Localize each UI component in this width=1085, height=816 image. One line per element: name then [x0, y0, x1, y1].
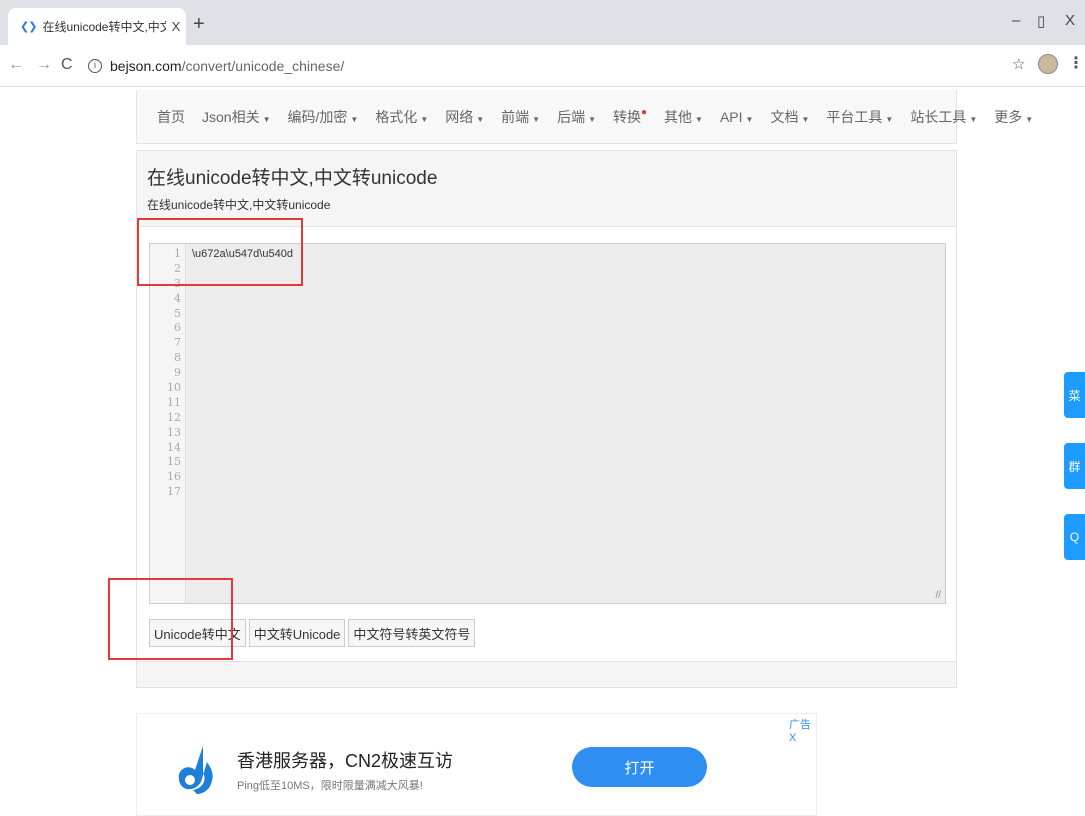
side-tab-group[interactable]: 群	[1064, 443, 1085, 489]
nav-item-label: API	[719, 108, 743, 125]
info-icon[interactable]: i	[88, 59, 102, 73]
nav-item-label: 编码/加密	[287, 108, 348, 125]
line-number: 16	[167, 470, 181, 484]
profile-avatar[interactable]	[1038, 54, 1058, 74]
browser-tab[interactable]: ❮❯ 在线unicode转中文,中文转unicc X	[8, 8, 186, 45]
site-nav: 首页 Json相关 ▼ 编码/加密 ▼ 格式化 ▼ 网络 ▼ 前端 ▼ 后端 ▼ 转换● 其他 ▼ API ▼ 文档…	[136, 90, 1033, 144]
bookmark-star-icon[interactable]: ☆	[1012, 55, 1025, 73]
page-title: 在线unicode转中文,中文转unicode	[147, 168, 438, 189]
nav-item-label: 转换	[613, 108, 641, 125]
line-number: 5	[174, 306, 181, 320]
nav-item[interactable]: 后端 ▼	[557, 107, 596, 127]
line-number: 15	[167, 455, 181, 469]
line-number: 14	[167, 440, 181, 454]
ad-subtitle: Ping低至10MS，限时限量满减大风暴!	[237, 780, 423, 792]
line-number: 12	[167, 410, 181, 424]
highlight-box-button	[108, 578, 233, 660]
nav-item[interactable]: 格式化 ▼	[375, 107, 428, 127]
nav-item[interactable]: 平台工具 ▼	[826, 107, 893, 127]
nav-item-label: 更多	[994, 108, 1023, 125]
site-favicon-icon: ❮❯	[20, 21, 37, 33]
line-number: 7	[174, 336, 181, 350]
line-number: 11	[167, 395, 181, 409]
restore-button[interactable]: ▯	[1037, 12, 1045, 30]
nav-item-label: Json相关	[202, 108, 260, 125]
nav-item[interactable]: 前端 ▼	[501, 107, 540, 127]
caret-down-icon: ▼	[885, 114, 894, 124]
caret-down-icon: ▼	[420, 114, 429, 124]
nav-item[interactable]: 更多 ▼	[994, 107, 1033, 127]
browser-menu-icon[interactable]: ⋮	[1068, 53, 1084, 73]
tab-title: 在线unicode转中文,中文转unicc	[42, 20, 166, 34]
line-number: 17	[167, 485, 181, 499]
line-number: 13	[167, 425, 181, 439]
tab-close-icon[interactable]: X	[166, 19, 186, 34]
nav-item-label: 前端	[501, 108, 530, 125]
browser-tabbar: ❮❯ 在线unicode转中文,中文转unicc X + – ▯ X	[0, 0, 1085, 45]
nav-item-label: 后端	[557, 108, 586, 125]
line-number: 8	[174, 351, 181, 365]
nav-item-label: 其他	[664, 108, 693, 125]
nav-item[interactable]: 编码/加密 ▼	[288, 107, 359, 127]
url-input[interactable]: i bejson.com/convert/unicode_chinese/	[80, 51, 1000, 81]
ad-close-tag[interactable]: 广告X	[789, 716, 816, 744]
caret-down-icon: ▼	[695, 114, 703, 124]
chinese-to-unicode-button[interactable]: 中文转Unicode	[248, 619, 346, 647]
back-arrow-icon[interactable]: ←	[8, 56, 24, 74]
ad-logo-icon	[178, 746, 213, 794]
ad-title: 香港服务器，CN2极速互访	[237, 751, 454, 771]
caret-down-icon: ▼	[969, 114, 978, 124]
nav-item-label: 文档	[770, 108, 799, 125]
nav-item-label: 平台工具	[826, 108, 883, 125]
caret-down-icon: ▼	[476, 114, 485, 124]
nav-item-label: 网络	[445, 108, 474, 125]
url-path: /convert/unicode_chinese/	[181, 58, 345, 74]
new-tab-button[interactable]: +	[193, 13, 205, 36]
ad-banner[interactable]: 香港服务器，CN2极速互访 Ping低至10MS，限时限量满减大风暴! 打开 广…	[136, 713, 817, 816]
nav-item[interactable]: 网络 ▼	[445, 107, 484, 127]
line-number: 6	[174, 321, 181, 335]
address-bar: ← → C i bejson.com/convert/unicode_chine…	[0, 45, 1085, 87]
nav-item[interactable]: 其他 ▼	[664, 107, 703, 127]
reload-icon[interactable]: C	[61, 56, 73, 74]
line-number-gutter: 1 2 3 4 5 6 7 8 9 10 11 12 13 14 15 16 17	[150, 244, 186, 603]
forward-arrow-icon[interactable]: →	[36, 56, 52, 74]
nav-item[interactable]: Json相关 ▼	[202, 107, 271, 127]
side-tab-qq[interactable]: Q	[1064, 514, 1085, 560]
nav-item[interactable]: 首页	[157, 107, 185, 127]
line-number: 10	[167, 381, 181, 395]
panel-header: 在线unicode转中文,中文转unicode 在线unicode转中文,中文转…	[137, 151, 956, 227]
caret-down-icon: ▼	[745, 114, 754, 124]
nav-item[interactable]: API ▼	[720, 109, 754, 125]
nav-item[interactable]: 转换●	[613, 107, 647, 127]
window-close-button[interactable]: X	[1065, 12, 1075, 29]
hot-dot-icon: ●	[641, 106, 648, 118]
page-subtitle: 在线unicode转中文,中文转unicode	[147, 198, 331, 212]
caret-down-icon: ▼	[1025, 114, 1034, 124]
nav-item-label: 首页	[157, 108, 185, 125]
code-editor[interactable]: 1 2 3 4 5 6 7 8 9 10 11 12 13 14 15 16 17 \u672a\u547d\u…	[149, 243, 946, 604]
nav-item[interactable]: 站长工具 ▼	[910, 107, 977, 127]
nav-item[interactable]: 文档 ▼	[770, 107, 809, 127]
cn-symbol-to-en-button[interactable]: 中文符号转英文符号	[348, 619, 476, 647]
caret-down-icon: ▼	[588, 114, 596, 124]
side-tab-menu[interactable]: 菜	[1064, 372, 1085, 418]
ad-open-button[interactable]: 打开	[572, 747, 707, 787]
caret-down-icon: ▼	[350, 114, 359, 124]
caret-down-icon: ▼	[262, 114, 271, 124]
url-host: bejson.com	[110, 58, 182, 74]
panel-footer	[137, 661, 956, 687]
resize-handle-icon[interactable]: //	[935, 590, 941, 601]
nav-item-label: 站长工具	[910, 108, 967, 125]
caret-down-icon: ▼	[801, 114, 810, 124]
nav-item-label: 格式化	[375, 108, 418, 125]
line-number: 4	[174, 291, 181, 305]
highlight-box-editor	[137, 218, 303, 286]
caret-down-icon: ▼	[532, 114, 541, 124]
line-number: 9	[174, 366, 181, 380]
minimize-button[interactable]: –	[1012, 12, 1020, 29]
